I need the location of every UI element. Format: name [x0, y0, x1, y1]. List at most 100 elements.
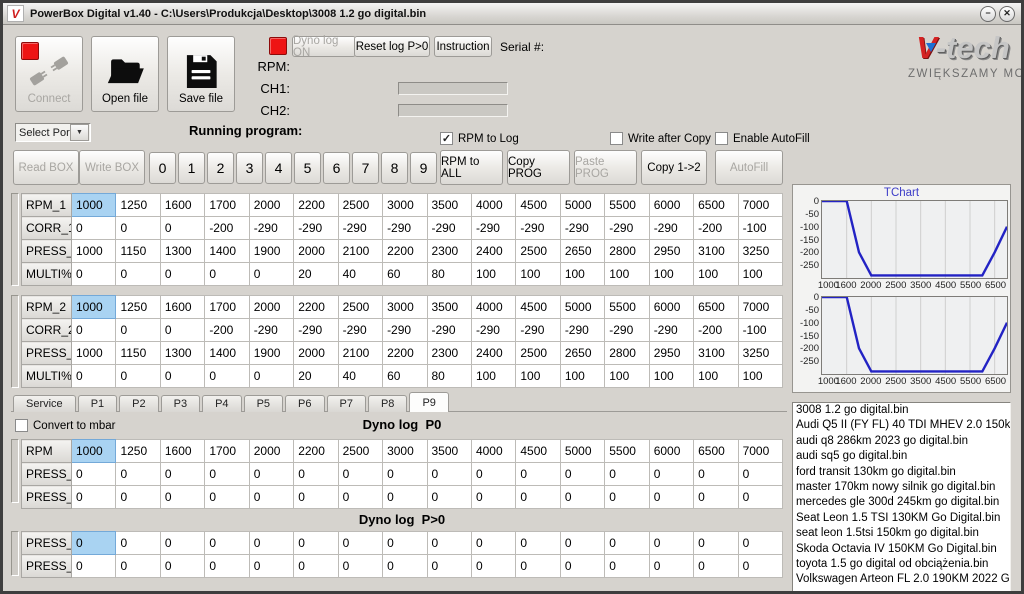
- table-cell[interactable]: 2000: [294, 240, 338, 263]
- tab-p4[interactable]: P4: [202, 395, 241, 412]
- tab-p6[interactable]: P6: [285, 395, 324, 412]
- table-cell[interactable]: 0: [605, 555, 649, 578]
- table-cell[interactable]: -200: [205, 217, 249, 240]
- file-list-item[interactable]: mercedes gle 300d 245km go digital.bin: [793, 495, 1010, 510]
- table-cell[interactable]: 1300: [160, 240, 204, 263]
- file-list-item[interactable]: audi sq5 go digital.bin: [793, 449, 1010, 464]
- file-list-item[interactable]: audi q8 286km 2023 go digital.bin: [793, 434, 1010, 449]
- table-cell[interactable]: 60: [383, 263, 427, 286]
- table-cell[interactable]: 0: [116, 532, 160, 555]
- tab-p2[interactable]: P2: [119, 395, 158, 412]
- table-cell[interactable]: -290: [294, 319, 338, 342]
- table-cell[interactable]: 1250: [116, 440, 160, 463]
- chevron-down-icon[interactable]: ▼: [70, 124, 89, 141]
- table-cell[interactable]: 0: [338, 555, 382, 578]
- table-cell[interactable]: -290: [560, 217, 604, 240]
- table-cell[interactable]: 1700: [205, 440, 249, 463]
- table-cell[interactable]: 0: [471, 555, 515, 578]
- table-cell[interactable]: 0: [205, 486, 249, 509]
- table-cell[interactable]: 0: [383, 486, 427, 509]
- table-cell[interactable]: -290: [649, 319, 693, 342]
- program-6-button[interactable]: 6: [323, 152, 350, 184]
- table1-scroll-strip[interactable]: [11, 193, 19, 286]
- table2-scroll-strip[interactable]: [11, 295, 19, 388]
- table-cell[interactable]: 100: [738, 263, 782, 286]
- table-cell[interactable]: -290: [249, 217, 293, 240]
- title-bar[interactable]: V PowerBox Digital v1.40 - C:\Users\Prod…: [3, 3, 1021, 25]
- table-cell[interactable]: 0: [160, 217, 204, 240]
- file-list-item[interactable]: Seat Leon 1.5 TSI 130KM Go Digital.bin: [793, 511, 1010, 526]
- table-cell[interactable]: 2950: [649, 240, 693, 263]
- table-cell[interactable]: -290: [383, 319, 427, 342]
- file-list-item[interactable]: Audi Q5 II (FY FL) 40 TDI MHEV 2.0 150kW…: [793, 418, 1010, 433]
- table-cell[interactable]: 0: [249, 532, 293, 555]
- table-cell[interactable]: 4000: [471, 440, 515, 463]
- file-list-item[interactable]: Skoda Octavia IV 150KM Go Digital.bin: [793, 542, 1010, 557]
- table-cell[interactable]: 2100: [338, 240, 382, 263]
- table-cell[interactable]: 0: [72, 263, 116, 286]
- program-7-button[interactable]: 7: [352, 152, 379, 184]
- table-cell[interactable]: -290: [338, 319, 382, 342]
- enable-autofill-checkbox[interactable]: Enable AutoFill: [715, 132, 810, 145]
- table-cell[interactable]: 1150: [116, 342, 160, 365]
- table-cell[interactable]: -290: [516, 217, 560, 240]
- checkbox-box[interactable]: [715, 132, 728, 145]
- table-cell[interactable]: 0: [205, 555, 249, 578]
- table-cell[interactable]: 0: [516, 486, 560, 509]
- table-cell[interactable]: 20: [294, 365, 338, 388]
- checkbox-box[interactable]: ✓: [440, 132, 453, 145]
- file-list-item[interactable]: Volkswagen Arteon FL 2.0 190KM 2022 Go D…: [793, 572, 1010, 587]
- table-cell[interactable]: 3100: [694, 342, 738, 365]
- table-cell[interactable]: 80: [427, 263, 471, 286]
- program-5-button[interactable]: 5: [294, 152, 321, 184]
- dyno-pgt0-scroll-strip[interactable]: [11, 531, 19, 576]
- table-cell[interactable]: 1000: [72, 440, 116, 463]
- table-cell[interactable]: 0: [427, 463, 471, 486]
- table-cell[interactable]: 1400: [205, 240, 249, 263]
- table-cell[interactable]: 0: [72, 532, 116, 555]
- table-cell[interactable]: 0: [560, 555, 604, 578]
- table-cell[interactable]: 0: [294, 555, 338, 578]
- program-4-button[interactable]: 4: [265, 152, 292, 184]
- table-cell[interactable]: 0: [249, 365, 293, 388]
- table-cell[interactable]: 20: [294, 263, 338, 286]
- table-cell[interactable]: 0: [160, 555, 204, 578]
- table-cell[interactable]: 2000: [249, 440, 293, 463]
- table-cell[interactable]: 2300: [427, 240, 471, 263]
- table-cell[interactable]: 0: [649, 486, 693, 509]
- table-cell[interactable]: 3000: [383, 440, 427, 463]
- table-cell[interactable]: 0: [116, 486, 160, 509]
- program-2-button[interactable]: 2: [207, 152, 234, 184]
- table-cell[interactable]: 2500: [338, 440, 382, 463]
- file-list-item[interactable]: 3008 1.2 go digital.bin: [793, 403, 1010, 418]
- table-cell[interactable]: 2200: [383, 240, 427, 263]
- table-cell[interactable]: 0: [249, 486, 293, 509]
- table-cell[interactable]: 0: [160, 532, 204, 555]
- table-cell[interactable]: 2300: [427, 342, 471, 365]
- table-cell[interactable]: 1000: [72, 342, 116, 365]
- tab-p1[interactable]: P1: [78, 395, 117, 412]
- table-cell[interactable]: 2400: [471, 240, 515, 263]
- table-cell[interactable]: 0: [427, 555, 471, 578]
- table-cell[interactable]: 3000: [383, 194, 427, 217]
- table-cell[interactable]: 0: [649, 463, 693, 486]
- table-cell[interactable]: 1000: [72, 240, 116, 263]
- table-cell[interactable]: 5000: [560, 194, 604, 217]
- table-cell[interactable]: 5500: [605, 296, 649, 319]
- table-cell[interactable]: 0: [72, 463, 116, 486]
- table-cell[interactable]: 1600: [160, 296, 204, 319]
- table-cell[interactable]: -290: [427, 217, 471, 240]
- table-cell[interactable]: 0: [338, 532, 382, 555]
- select-port-dropdown[interactable]: Select Port ▼: [15, 123, 91, 142]
- table-cell[interactable]: 3100: [694, 240, 738, 263]
- table-cell[interactable]: 1250: [116, 194, 160, 217]
- table-cell[interactable]: -290: [383, 217, 427, 240]
- tab-p7[interactable]: P7: [327, 395, 366, 412]
- table-cell[interactable]: 2500: [338, 194, 382, 217]
- file-list-item[interactable]: master 170km nowy silnik go digital.bin: [793, 480, 1010, 495]
- file-list-item[interactable]: toyota 1.5 go digital od obciążenia.bin: [793, 557, 1010, 572]
- table-cell[interactable]: 1150: [116, 240, 160, 263]
- table-cell[interactable]: 6500: [694, 296, 738, 319]
- dyno-log-on-button[interactable]: Dyno log ON: [292, 36, 356, 57]
- table-cell[interactable]: 0: [338, 486, 382, 509]
